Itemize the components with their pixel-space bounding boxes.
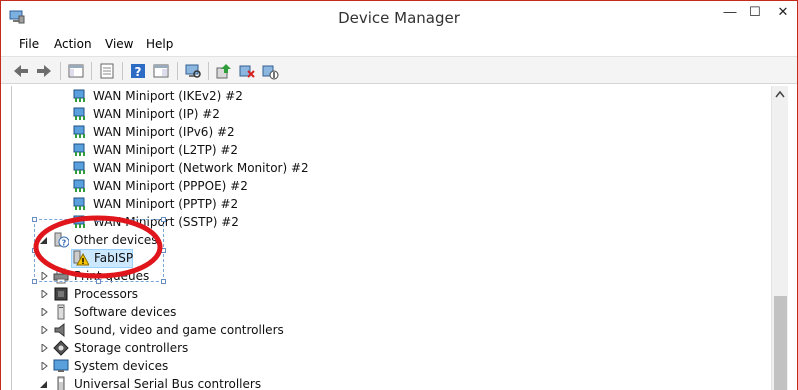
action-pane-icon[interactable] xyxy=(152,62,170,80)
tree-item-label: WAN Miniport (PPPOE) #2 xyxy=(93,179,248,193)
menu-help[interactable]: Help xyxy=(146,37,173,51)
tree-item-label: Storage controllers xyxy=(74,341,189,355)
window-title: Device Manager xyxy=(338,9,460,27)
toolbar: ? xyxy=(1,56,797,84)
usb-controller-icon xyxy=(57,376,65,390)
network-adapter-icon xyxy=(73,197,85,210)
tree-item-label: WAN Miniport (PPTP) #2 xyxy=(93,197,239,211)
network-adapter-icon xyxy=(73,89,85,102)
maximize-button[interactable]: ☐ xyxy=(740,1,770,23)
network-adapter-icon xyxy=(73,107,85,120)
toolbar-separator xyxy=(60,62,61,80)
scroll-up-arrow-icon[interactable] xyxy=(775,90,785,98)
scrollbar-thumb[interactable] xyxy=(774,296,787,390)
network-adapter-icon xyxy=(73,161,85,174)
expand-arrow-icon[interactable] xyxy=(41,344,48,352)
update-driver-icon[interactable] xyxy=(215,62,233,80)
network-adapter-icon xyxy=(73,179,85,192)
tree-item-label: WAN Miniport (Network Monitor) #2 xyxy=(93,161,309,175)
network-adapter-icon xyxy=(73,125,85,138)
show-hide-console-tree-icon[interactable] xyxy=(67,62,85,80)
tree-item-label: System devices xyxy=(74,359,169,373)
forward-icon[interactable] xyxy=(35,62,53,80)
tree-item-label: Software devices xyxy=(74,305,177,319)
scan-hardware-icon[interactable] xyxy=(184,62,202,80)
menu-action[interactable]: Action xyxy=(54,37,92,51)
toolbar-separator xyxy=(177,62,178,80)
menu-view[interactable]: View xyxy=(105,37,133,51)
toolbar-separator xyxy=(91,62,92,80)
svg-text:?: ? xyxy=(135,65,142,79)
menu-bar: File Action View Help xyxy=(1,34,797,54)
tree-item-label: Sound, video and game controllers xyxy=(74,323,284,337)
close-button[interactable]: ✕ xyxy=(769,1,797,23)
tree-item-label: Processors xyxy=(74,287,139,301)
annotation-red-ellipse xyxy=(33,215,163,279)
toolbar-separator xyxy=(208,62,209,80)
expand-arrow-icon[interactable] xyxy=(41,326,48,334)
help-icon[interactable]: ? xyxy=(129,62,147,80)
back-icon[interactable] xyxy=(12,62,30,80)
disable-icon[interactable] xyxy=(261,62,279,80)
tree-item-label: WAN Miniport (IPv6) #2 xyxy=(93,125,235,139)
tree-item-label: WAN Miniport (IP) #2 xyxy=(93,107,220,121)
software-device-icon xyxy=(57,304,65,320)
uninstall-icon[interactable] xyxy=(238,62,256,80)
expand-arrow-icon[interactable] xyxy=(41,308,48,316)
tree-item-label: WAN Miniport (IKEv2) #2 xyxy=(93,89,243,103)
toolbar-separator xyxy=(122,62,123,80)
collapse-arrow-icon[interactable] xyxy=(40,380,47,388)
network-adapter-icon xyxy=(73,143,85,156)
title-bar[interactable]: Device Manager — ☐ ✕ xyxy=(1,1,797,33)
device-manager-window: Device Manager — ☐ ✕ File Action View He… xyxy=(0,0,798,390)
storage-controller-icon xyxy=(53,340,69,356)
tree-item-label: Universal Serial Bus controllers xyxy=(74,377,262,390)
menu-file[interactable]: File xyxy=(19,37,39,51)
tree-item-label: WAN Miniport (L2TP) #2 xyxy=(93,143,239,157)
vertical-scrollbar[interactable] xyxy=(771,86,788,390)
properties-icon[interactable] xyxy=(98,62,116,80)
processor-icon xyxy=(54,287,68,301)
expand-arrow-icon[interactable] xyxy=(41,362,48,370)
speaker-icon xyxy=(54,322,65,338)
system-device-icon xyxy=(53,359,69,372)
expand-arrow-icon[interactable] xyxy=(41,290,48,298)
